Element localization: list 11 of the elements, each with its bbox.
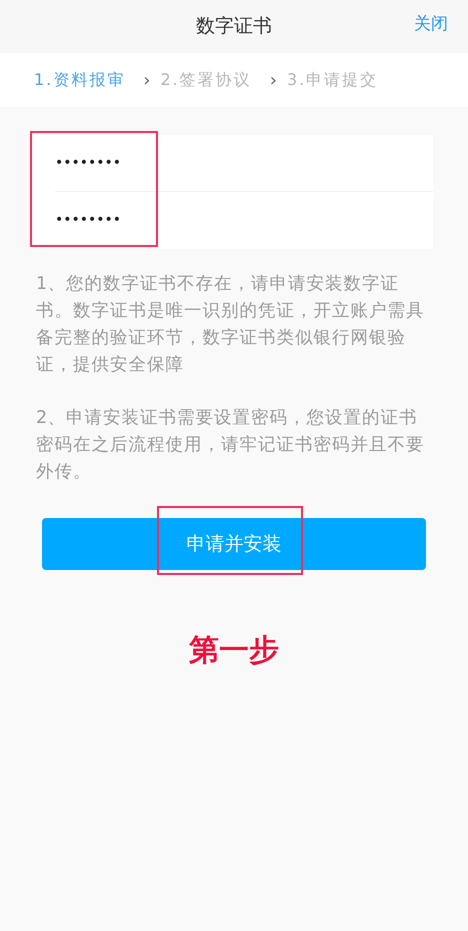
- step-label: 1.资料报审: [34, 69, 126, 91]
- window-title: 数字证书: [196, 14, 272, 40]
- password-field[interactable]: ••••••••: [55, 210, 355, 231]
- step-label: 2.签署协议: [160, 69, 252, 91]
- info-paragraph: 1、您的数字证书不存在，请申请安装数字证书。数字证书是唯一识别的凭证，开立账户需具备完整的验证环节，数字证书类似银行网银验证，提供安全保障: [36, 273, 426, 377]
- step-label: 3.申请提交: [286, 69, 378, 91]
- step-caption: 第一步: [189, 632, 279, 670]
- password-field[interactable]: ••••••••: [55, 152, 355, 174]
- chevron-icon: ›: [143, 66, 150, 94]
- chevron-icon: ›: [270, 66, 277, 94]
- info-paragraph: 2、申请安装证书需要设置密码，您设置的证书密码在之后流程使用，请牢记证书密码并且不要外传。: [36, 407, 426, 484]
